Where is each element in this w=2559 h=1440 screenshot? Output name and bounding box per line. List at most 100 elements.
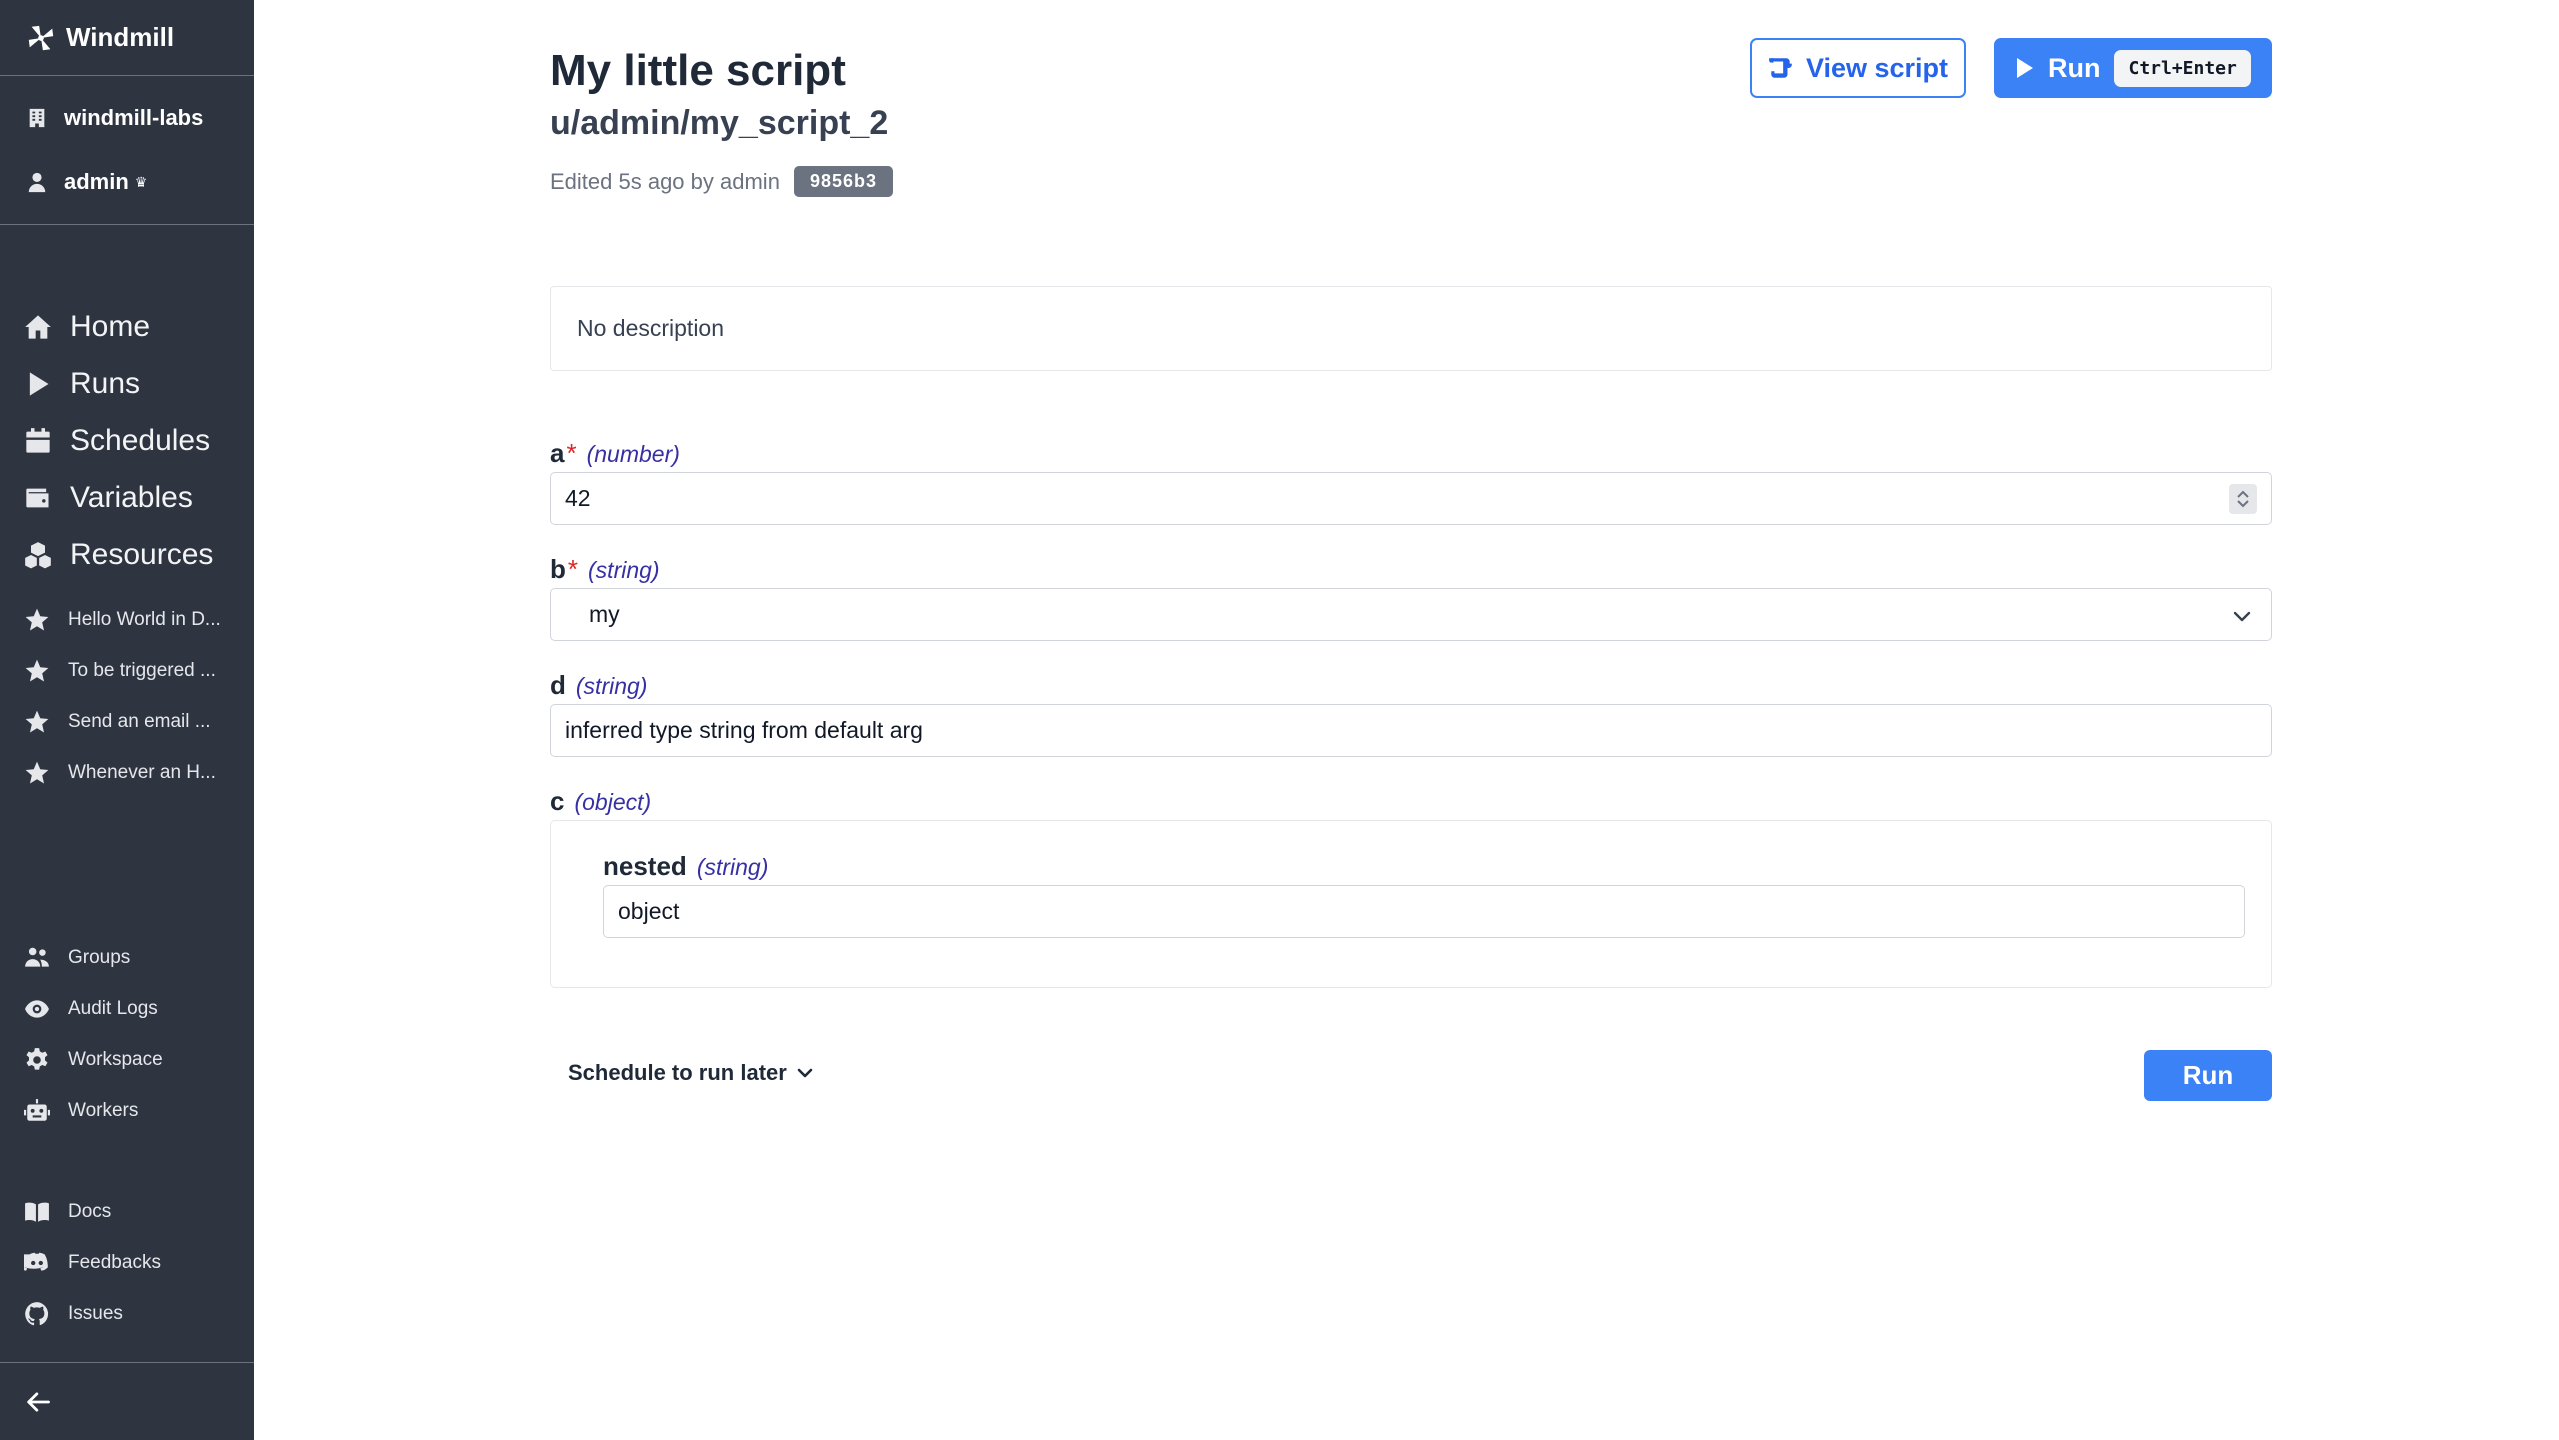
nav-label: Issues — [68, 1302, 123, 1324]
field-b-select[interactable]: my — [550, 588, 2272, 641]
arrow-left-icon — [27, 1391, 50, 1412]
nav-label: Audit Logs — [68, 997, 158, 1019]
favorites-nav: Hello World in D... To be triggered ... … — [0, 594, 254, 798]
input-value: object — [618, 898, 680, 924]
favorite-item[interactable]: Send an email ... — [0, 696, 254, 747]
chevron-down-icon — [2233, 611, 2251, 622]
edit-meta: Edited 5s ago by admin 9856b3 — [550, 166, 893, 197]
nav-label: Runs — [70, 366, 141, 400]
nav-label: Home — [70, 309, 151, 343]
windmill-logo-icon — [28, 25, 54, 50]
favorite-item[interactable]: Hello World in D... — [0, 594, 254, 645]
description-box: No description — [550, 286, 2272, 371]
nav-item-workers[interactable]: Workers — [0, 1085, 254, 1136]
page-title: My little script — [550, 46, 846, 95]
field-type: (number) — [586, 441, 680, 467]
nav-item-feedbacks[interactable]: Feedbacks — [0, 1237, 254, 1288]
nav-item-issues[interactable]: Issues — [0, 1288, 254, 1339]
favorite-label: Send an email ... — [68, 710, 211, 732]
sidebar: Windmill windmill-labs admin ♛ Home Runs… — [0, 0, 254, 1440]
view-script-label: View script — [1805, 52, 1949, 83]
field-type: (object) — [574, 789, 652, 815]
discord-icon — [24, 1252, 48, 1271]
nav-item-workspace[interactable]: Workspace — [0, 1034, 254, 1085]
nav-label: Resources — [70, 537, 214, 571]
external-links-nav: Docs Feedbacks Issues — [0, 1186, 254, 1339]
play-icon — [29, 371, 49, 396]
field-c-label: c (object) — [550, 786, 651, 817]
favorite-item[interactable]: Whenever an H... — [0, 747, 254, 798]
favorite-label: Hello World in D... — [68, 608, 221, 630]
nav-label: Feedbacks — [68, 1251, 161, 1273]
cubes-icon — [25, 541, 51, 568]
building-icon — [29, 108, 45, 128]
workspace-user-block: windmill-labs admin ♛ — [0, 76, 254, 225]
nav-label: Workers — [68, 1099, 139, 1121]
nav-item-runs[interactable]: Runs — [0, 355, 254, 412]
field-name: d — [550, 670, 566, 700]
user-menu[interactable]: admin ♛ — [0, 160, 254, 204]
scroll-icon — [1769, 58, 1792, 78]
schedule-toggle[interactable]: Schedule to run later — [568, 1060, 815, 1086]
favorite-label: To be triggered ... — [68, 659, 216, 681]
field-b-label: b * (string) — [550, 554, 660, 585]
nav-label: Workspace — [68, 1048, 163, 1070]
field-d-text-input[interactable]: inferred type string from default arg — [550, 704, 2272, 757]
star-icon — [25, 761, 49, 784]
book-icon — [25, 1202, 49, 1222]
input-value: inferred type string from default arg — [565, 717, 923, 743]
field-a-label: a * (number) — [550, 438, 680, 469]
field-d-label: d (string) — [550, 670, 647, 701]
field-type: (string) — [696, 854, 769, 880]
required-marker: * — [567, 554, 579, 584]
brand[interactable]: Windmill — [0, 0, 254, 76]
collapse-sidebar-button[interactable] — [0, 1362, 254, 1440]
field-type: (string) — [588, 557, 660, 583]
required-marker: * — [566, 438, 577, 468]
number-stepper[interactable] — [2229, 484, 2257, 514]
hash-badge: 9856b3 — [793, 166, 893, 197]
chevron-down-icon — [2237, 500, 2249, 508]
username: admin — [64, 169, 129, 194]
nav-item-groups[interactable]: Groups — [0, 932, 254, 983]
field-name: a — [550, 438, 565, 468]
field-name: c — [550, 786, 565, 816]
play-icon — [2017, 58, 2033, 78]
nav-item-schedules[interactable]: Schedules — [0, 412, 254, 469]
nav-label: Docs — [68, 1200, 112, 1222]
workspace-switcher[interactable]: windmill-labs — [0, 96, 254, 140]
run-button-top[interactable]: Run Ctrl+Enter — [1994, 38, 2272, 98]
field-type: (string) — [575, 673, 648, 699]
star-icon — [25, 659, 49, 682]
edited-info: Edited 5s ago by admin — [550, 168, 780, 194]
workspace-name: windmill-labs — [64, 105, 204, 130]
nav-item-home[interactable]: Home — [0, 298, 254, 355]
run-label: Run — [2182, 1060, 2234, 1090]
nav-item-docs[interactable]: Docs — [0, 1186, 254, 1237]
nav-item-audit-logs[interactable]: Audit Logs — [0, 983, 254, 1034]
calendar-icon — [26, 427, 50, 453]
nav-item-resources[interactable]: Resources — [0, 526, 254, 583]
input-value: 42 — [565, 485, 591, 511]
users-icon — [25, 947, 49, 967]
field-a-number-input[interactable]: 42 — [550, 472, 2272, 525]
home-icon — [25, 314, 51, 339]
chevron-up-icon — [2237, 490, 2249, 498]
nested-text-input[interactable]: object — [603, 885, 2245, 938]
nav-label: Groups — [68, 946, 131, 968]
eye-icon — [25, 999, 49, 1018]
admin-nav: Groups Audit Logs Workspace Workers — [0, 932, 254, 1136]
chevron-down-icon — [797, 1068, 813, 1078]
star-icon — [25, 710, 49, 733]
favorite-item[interactable]: To be triggered ... — [0, 645, 254, 696]
brand-name: Windmill — [66, 22, 175, 52]
schedule-label: Schedule to run later — [568, 1060, 787, 1085]
script-path: u/admin/my_script_2 — [550, 104, 889, 142]
nav-item-variables[interactable]: Variables — [0, 469, 254, 526]
nested-field-label: nested (string) — [603, 851, 768, 882]
github-icon — [25, 1301, 49, 1325]
favorite-label: Whenever an H... — [68, 761, 216, 783]
view-script-button[interactable]: View script — [1750, 38, 1966, 98]
field-c-object-box: nested (string) object — [550, 820, 2272, 988]
run-button-bottom[interactable]: Run — [2144, 1050, 2272, 1101]
